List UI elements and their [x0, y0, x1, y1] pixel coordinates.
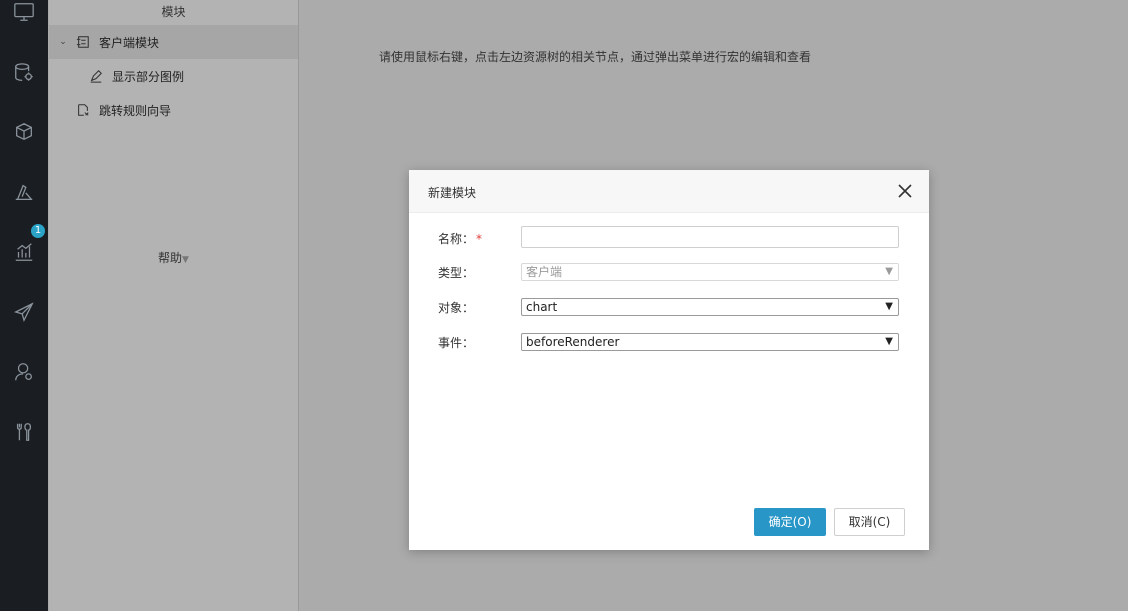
monitor-icon[interactable] — [0, 0, 48, 32]
event-value: beforeRenderer — [526, 335, 620, 349]
caret-down-icon[interactable]: ▼ — [885, 299, 893, 315]
help-label: 帮助 — [158, 251, 183, 265]
type-value: 客户端 — [526, 265, 563, 279]
event-label: 事件： — [438, 336, 475, 350]
database-gear-icon[interactable] — [0, 53, 48, 93]
caret-down-icon: ▼ — [182, 255, 189, 265]
tree-item-show-legend[interactable]: 显示部分图例 — [49, 59, 298, 93]
caret-down-icon: ▼ — [885, 266, 893, 277]
bar-chart-icon[interactable]: 1 — [0, 224, 48, 272]
paper-plane-icon[interactable] — [0, 292, 48, 332]
chevron-down-icon[interactable]: ⌄ — [58, 37, 68, 47]
notification-badge: 1 — [31, 224, 45, 238]
new-module-dialog: 新建模块 名称： * 类型： 客户端 ▼ 对象： chart ▼ 事件： befo… — [409, 170, 929, 550]
tree-header: 模块 — [161, 5, 186, 19]
name-input[interactable] — [521, 226, 899, 248]
icon-rail: 1 — [0, 0, 48, 611]
tree-item-client-module[interactable]: ⌄ 客户端模块 — [49, 25, 298, 59]
dialog-title: 新建模块 — [428, 186, 477, 200]
type-row: 类型： 客户端 ▼ — [438, 260, 908, 284]
usage-hint: 请使用鼠标右键，点击左边资源树的相关节点，通过弹出菜单进行宏的编辑和查看 — [379, 50, 812, 64]
object-label: 对象： — [438, 301, 475, 315]
dialog-header: 新建模块 — [409, 170, 929, 213]
name-label: 名称： * — [438, 232, 483, 246]
help-toggle[interactable]: 帮助▼ — [49, 249, 298, 266]
tree-item-label: 显示部分图例 — [112, 69, 185, 84]
required-marker: * — [476, 232, 483, 246]
tree-item-jump-wizard[interactable]: 跳转规则向导 — [49, 93, 298, 127]
wizard-icon — [78, 104, 89, 116]
event-row: 事件： beforeRenderer ▼ — [438, 330, 908, 354]
tree-item-label: 跳转规则向导 — [99, 103, 172, 118]
object-value: chart — [526, 300, 558, 314]
cubes-icon[interactable] — [0, 112, 48, 152]
object-select[interactable]: chart ▼ — [521, 298, 899, 316]
event-select[interactable]: beforeRenderer ▼ — [521, 333, 899, 351]
ruler-tool-icon[interactable] — [0, 172, 48, 212]
cancel-button[interactable]: 取消(C) — [834, 508, 905, 536]
tools-icon[interactable] — [0, 412, 48, 452]
caret-down-icon[interactable]: ▼ — [885, 334, 893, 350]
user-gear-icon[interactable] — [0, 352, 48, 392]
tree-item-label: 客户端模块 — [99, 35, 160, 50]
close-icon[interactable] — [897, 183, 913, 199]
object-row: 对象： chart ▼ — [438, 295, 908, 319]
module-icon — [76, 36, 89, 48]
ok-button[interactable]: 确定(O) — [754, 508, 826, 536]
name-row: 名称： * — [438, 226, 908, 250]
resource-tree-panel: 模块 ⌄ 客户端模块 显示部分图例 跳转规则向导 帮助▼ — [49, 0, 299, 611]
type-label: 类型： — [438, 266, 475, 280]
edit-icon — [90, 70, 102, 83]
type-select: 客户端 ▼ — [521, 263, 899, 281]
